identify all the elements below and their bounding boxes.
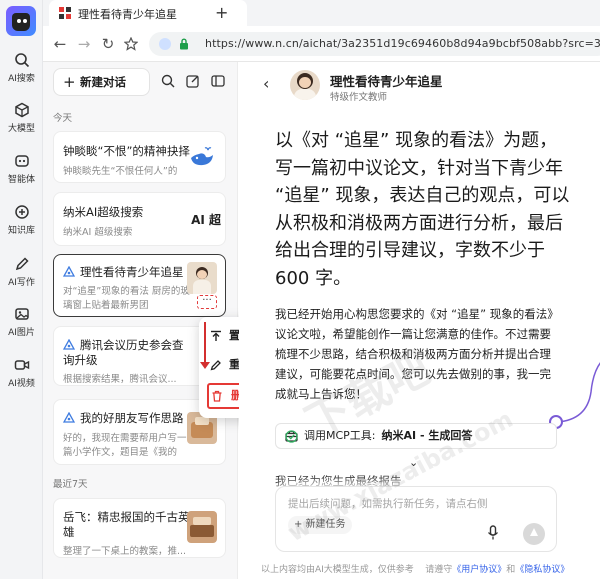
rail-label: 大模型 <box>7 124 35 134</box>
rail-label: AI搜索 <box>8 74 35 84</box>
bookmark-star-icon[interactable] <box>124 37 138 51</box>
agent-name: 理性看待青少年追星 <box>330 74 443 89</box>
trash-icon <box>212 390 222 402</box>
rail-label: 智能体 <box>7 175 35 185</box>
user-agreement-link[interactable]: 《用户协议》 <box>452 565 506 575</box>
conversation-item[interactable]: 纳米AI超级搜索 纳米AI 超级搜索 AI 超 <box>53 192 226 246</box>
send-button[interactable] <box>523 523 545 545</box>
mcp-label: 调用MCP工具: <box>304 429 376 442</box>
agent-icon <box>63 339 75 350</box>
chat-input[interactable]: 提出后续问题，如需执行新任务，请点右侧 + 新建任务 <box>275 486 557 552</box>
rail-label: 知识库 <box>7 226 35 236</box>
edit-icon[interactable] <box>186 74 200 88</box>
rail-item-ai-search[interactable]: AI搜索 <box>0 52 43 84</box>
microphone-icon[interactable] <box>487 525 499 541</box>
input-placeholder: 提出后续问题，如需执行新任务，请点右侧 <box>288 498 488 510</box>
disclaimer-footer: 以上内容均由AI大模型生成，仅供参考 请遵守《用户协议》和《隐私协议》 <box>261 565 570 575</box>
tab-title: 理性看待青少年追星 <box>78 8 177 21</box>
whale-icon <box>191 147 213 166</box>
rail-label: AI视频 <box>8 379 35 389</box>
back-icon[interactable]: ← <box>51 35 69 53</box>
search-icon[interactable] <box>161 74 175 88</box>
section-today: 今天 <box>53 113 73 124</box>
shield-icon <box>159 38 171 50</box>
rail-item-knowledge[interactable]: 知识库 <box>0 204 43 236</box>
expand-chevron-icon[interactable]: ⌄ <box>409 456 418 469</box>
browser-toolbar: ← → ↻ https://www.n.cn/aichat/3a2351d19c… <box>43 26 600 62</box>
conversation-thumbnail <box>187 511 217 543</box>
check-circle-icon <box>285 430 298 443</box>
more-options-button[interactable]: ··· <box>197 295 217 309</box>
connector-line <box>557 362 600 423</box>
agent-avatar <box>290 70 320 100</box>
robot-icon <box>14 155 29 167</box>
conversation-item[interactable]: 岳飞：精忠报国的千古英 雄 整理了一下桌上的教案，推... <box>53 498 226 558</box>
conversation-item[interactable]: 钟睒睒“不恨”的精神抉择 钟睒睒先生“不恨任何人”的 <box>53 131 226 183</box>
image-icon <box>14 308 29 320</box>
agent-role: 特级作文教师 <box>330 92 388 103</box>
rail-item-image[interactable]: AI图片 <box>0 306 43 338</box>
section-last-7-days: 最近7天 <box>53 479 88 490</box>
forward-icon[interactable]: → <box>75 35 93 53</box>
reload-icon[interactable]: ↻ <box>99 35 117 53</box>
new-tab-button[interactable]: + <box>215 3 228 22</box>
rail-item-writing[interactable]: AI写作 <box>0 256 43 288</box>
rail-label: AI写作 <box>8 278 35 288</box>
cube-icon <box>14 102 29 118</box>
pin-top-icon <box>211 330 221 341</box>
sidebar-toggle-icon[interactable] <box>211 74 225 88</box>
agent-icon <box>63 266 75 277</box>
rail-label: AI图片 <box>8 328 35 338</box>
rail-item-video[interactable]: AI视频 <box>0 357 43 389</box>
address-bar[interactable]: https://www.n.cn/aichat/3a2351d19c69460b… <box>149 32 600 56</box>
user-prompt: 以《对 “追星” 现象的看法》为题，写一篇初中议论文，针对当下青少年 “追星” … <box>275 130 570 289</box>
app-rail: AI搜索 大模型 智能体 知识库 AI写作 AI图片 AI视频 <box>0 0 43 579</box>
rail-item-model[interactable]: 大模型 <box>0 102 43 134</box>
mcp-tool-call[interactable]: 调用MCP工具: 纳米AI - 生成回答 <box>275 423 557 449</box>
nami-logo-icon <box>59 7 71 19</box>
pencil-icon <box>210 360 221 371</box>
assistant-reply: 我已经开始用心构思您要求的《对 “追星” 现象的看法》议论文啦，希望能创作一篇让… <box>275 307 553 401</box>
annotation-arrow <box>204 322 206 366</box>
new-task-chip[interactable]: + 新建任务 <box>288 516 352 534</box>
annotation-arrow-head <box>200 362 210 369</box>
back-arrow-icon[interactable]: ‹ <box>263 74 269 93</box>
new-chat-label: 新建对话 <box>80 75 126 89</box>
url-text: https://www.n.cn/aichat/3a2351d19c69460b… <box>205 37 600 50</box>
thumb-text: AI 超 <box>191 213 221 227</box>
lock-icon <box>180 38 188 50</box>
plus-icon: + <box>63 73 76 91</box>
rail-item-agent[interactable]: 智能体 <box>0 153 43 185</box>
app-logo[interactable] <box>6 6 36 36</box>
pen-icon <box>15 257 29 271</box>
chat-panel: ‹ 理性看待青少年追星 特级作文教师 以《对 “追星” 现象的看法》为题，写一篇… <box>239 62 600 579</box>
new-chat-button[interactable]: + 新建对话 <box>53 68 150 96</box>
search-icon <box>14 53 29 68</box>
video-icon <box>14 360 29 370</box>
agent-icon <box>63 412 75 423</box>
privacy-link[interactable]: 《隐私协议》 <box>515 565 569 575</box>
mcp-value: 纳米AI - 生成回答 <box>381 429 473 442</box>
conversation-thumbnail <box>187 262 217 294</box>
browser-tab-bar: 理性看待青少年追星 + <box>43 0 600 26</box>
knowledge-icon <box>14 205 29 219</box>
